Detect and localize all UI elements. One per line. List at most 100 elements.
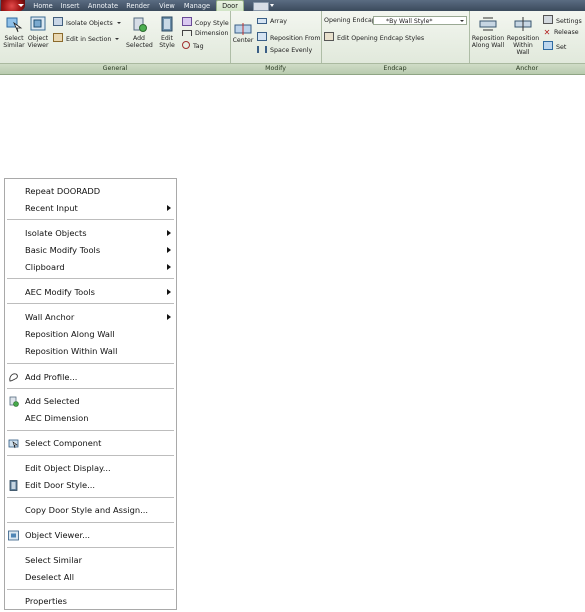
edit-style-icon [158,15,176,33]
menu-separator [7,219,174,220]
dimension-icon [182,30,192,36]
ribbon: Home Insert Annotate Render View Manage … [0,0,585,76]
menu-separator [7,303,174,304]
menu-item-reposition-within-wall[interactable]: Reposition Within Wall [5,344,176,359]
endcap-styles-icon [324,32,334,41]
menu-item-repeat-dooradd[interactable]: Repeat DOORADD [5,184,176,199]
tab-home[interactable]: Home [31,1,55,11]
menu-item-isolate-objects[interactable]: Isolate Objects [5,226,176,241]
ribbon-panels: Select Similar Object Viewer Isolate Obj… [0,11,585,75]
edit-style-button[interactable]: Edit Style [155,15,179,49]
menu-item-select-similar[interactable]: Select Similar [5,553,176,568]
menu-separator [7,455,174,456]
panel-title-general: General [0,63,230,74]
panel-title-endcap: Endcap [321,63,469,74]
add-selected-button[interactable]: Add Selected [125,15,153,49]
select-component-icon [8,438,19,449]
tag-icon [182,41,190,49]
tab-annotate[interactable]: Annotate [86,1,120,11]
menu-separator [7,589,174,590]
menu-separator [7,388,174,389]
panel-anchor: Reposition Along Wall Reposition Within … [469,11,585,74]
panel-title-anchor: Anchor [469,63,585,74]
menu-item-wall-anchor[interactable]: Wall Anchor [5,310,176,325]
section-icon [53,33,63,42]
array-button[interactable]: Array [257,17,287,26]
tag-button[interactable]: Tag [182,41,204,50]
reposition-from-button[interactable]: Reposition From [257,32,321,42]
settings-button[interactable]: Settings [543,15,582,25]
dimension-button[interactable]: Dimension [182,29,228,38]
isolate-objects-button[interactable]: Isolate Objects [53,17,121,27]
menu-item-add-profile[interactable]: Add Profile... [5,370,176,385]
release-button[interactable]: ✕ Release [543,28,579,37]
opening-endcap-label: Opening Endcap [324,17,376,24]
context-menu: Repeat DOORADD Recent Input Isolate Obje… [4,178,177,610]
menu-item-edit-door-style[interactable]: Edit Door Style... [5,478,176,493]
menu-separator [7,497,174,498]
chevron-down-icon[interactable] [270,4,274,7]
object-viewer-icon [29,15,47,33]
submenu-arrow-icon [167,230,171,236]
space-evenly-button[interactable]: Space Evenly [257,46,312,55]
chevron-down-icon [460,20,464,22]
select-similar-button[interactable]: Select Similar [2,15,26,49]
panel-title-modify: Modify [230,63,321,74]
opening-endcap-select[interactable]: *By Wall Style* [373,16,467,25]
application-menu-button[interactable] [1,0,25,11]
tab-insert[interactable]: Insert [57,1,83,11]
reposition-along-wall-icon [479,15,497,33]
edit-opening-endcap-styles-button[interactable]: Edit Opening Endcap Styles [324,32,424,42]
edit-in-section-button[interactable]: Edit in Section [53,33,120,43]
object-viewer-button[interactable]: Object Viewer [26,15,50,49]
tab-render[interactable]: Render [123,1,153,11]
reposition-within-wall-icon [514,15,532,33]
space-evenly-icon [257,46,267,53]
panel-toggle-icon[interactable] [253,2,269,11]
tab-manage[interactable]: Manage [181,1,213,11]
center-button[interactable]: Center [232,23,254,44]
profile-icon [8,372,19,383]
chevron-down-icon [116,22,121,24]
menu-item-aec-modify-tools[interactable]: AEC Modify Tools [5,285,176,300]
submenu-arrow-icon [167,205,171,211]
release-icon: ✕ [543,28,551,37]
door-style-icon [8,480,19,491]
menu-item-aec-dimension[interactable]: AEC Dimension [5,411,176,426]
submenu-arrow-icon [167,264,171,270]
select-similar-icon [5,15,23,33]
copy-style-icon [182,17,192,26]
menu-separator [7,547,174,548]
tab-view[interactable]: View [156,1,178,11]
reposition-along-wall-button[interactable]: Reposition Along Wall [471,15,505,49]
settings-icon [543,15,553,24]
panel-endcap: Opening Endcap *By Wall Style* Edit Open… [321,11,470,74]
panel-general: Select Similar Object Viewer Isolate Obj… [0,11,231,74]
set-icon [543,41,553,50]
menu-separator [7,278,174,279]
menu-item-reposition-along-wall[interactable]: Reposition Along Wall [5,327,176,342]
menu-item-clipboard[interactable]: Clipboard [5,260,176,275]
menu-separator [7,363,174,364]
isolate-icon [53,17,63,26]
menu-item-object-viewer[interactable]: Object Viewer... [5,528,176,543]
menu-item-basic-modify-tools[interactable]: Basic Modify Tools [5,243,176,258]
menu-item-copy-door-style-and-assign[interactable]: Copy Door Style and Assign... [5,503,176,518]
submenu-arrow-icon [167,314,171,320]
array-icon [257,18,267,24]
menu-item-properties[interactable]: Properties [5,594,176,609]
menu-item-deselect-all[interactable]: Deselect All [5,570,176,585]
menu-item-select-component[interactable]: Select Component [5,436,176,451]
menu-item-edit-object-display[interactable]: Edit Object Display... [5,461,176,476]
menu-item-recent-input[interactable]: Recent Input [5,201,176,216]
reposition-within-wall-button[interactable]: Reposition Within Wall [506,15,540,56]
ribbon-tab-bar: Home Insert Annotate Render View Manage … [0,0,585,12]
menu-item-add-selected[interactable]: Add Selected [5,394,176,409]
submenu-arrow-icon [167,247,171,253]
menu-separator [7,522,174,523]
add-selected-icon [8,396,19,407]
set-button[interactable]: Set [543,41,566,51]
add-selected-icon [130,15,148,33]
object-viewer-icon [8,530,19,541]
copy-style-button[interactable]: Copy Style [182,17,229,27]
